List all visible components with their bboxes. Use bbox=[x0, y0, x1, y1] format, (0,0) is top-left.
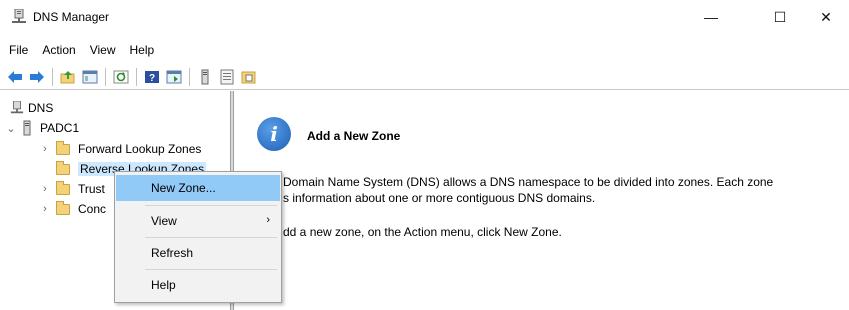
dns-icon bbox=[10, 101, 26, 115]
menu-item-help[interactable]: Help bbox=[116, 272, 280, 298]
forward-icon[interactable] bbox=[26, 66, 48, 88]
server-icon[interactable] bbox=[194, 66, 216, 88]
menu-item-new-zone[interactable]: New Zone... bbox=[116, 175, 280, 201]
show-hide-console-tree-icon[interactable] bbox=[79, 66, 101, 88]
tree-label: PADC1 bbox=[40, 121, 80, 135]
tree-label: Forward Lookup Zones bbox=[78, 142, 202, 156]
chevron-right-icon[interactable]: › bbox=[38, 143, 52, 155]
menu-separator bbox=[145, 205, 277, 206]
maximize-button[interactable]: ☐ bbox=[757, 0, 803, 34]
refresh-icon[interactable] bbox=[110, 66, 132, 88]
context-menu: New Zone... View › Refresh Help bbox=[114, 171, 282, 303]
info-icon: i bbox=[257, 117, 291, 151]
chevron-right-icon[interactable]: › bbox=[38, 203, 52, 215]
menu-item-label: View bbox=[151, 214, 177, 228]
window-title: DNS Manager bbox=[33, 10, 110, 24]
submenu-arrow-icon: › bbox=[266, 214, 270, 226]
menu-separator bbox=[145, 237, 277, 238]
back-icon[interactable] bbox=[4, 66, 26, 88]
menu-item-label: Refresh bbox=[151, 246, 194, 260]
menu-item-label: Help bbox=[151, 278, 176, 292]
detail-text-line2: s information about one or more contiguo… bbox=[283, 191, 596, 205]
toolbar: ? bbox=[0, 64, 849, 90]
toolbar-separator bbox=[189, 67, 190, 86]
folder-icon bbox=[56, 160, 72, 176]
minimize-button[interactable]: — bbox=[688, 0, 734, 34]
menu-bar: File Action View Help bbox=[0, 38, 849, 62]
tree-label: DNS bbox=[28, 101, 54, 115]
folder-icon bbox=[56, 200, 72, 216]
menu-action[interactable]: Action bbox=[35, 40, 82, 60]
properties-icon[interactable] bbox=[163, 66, 185, 88]
help-icon[interactable]: ? bbox=[141, 66, 163, 88]
menu-help[interactable]: Help bbox=[123, 40, 162, 60]
tree-item-dns[interactable]: DNS bbox=[10, 98, 53, 118]
detail-text-line1: Domain Name System (DNS) allows a DNS na… bbox=[283, 175, 774, 189]
chevron-down-icon[interactable]: ⌄ bbox=[4, 122, 18, 135]
menu-item-view[interactable]: View › bbox=[116, 208, 280, 234]
server-icon bbox=[22, 120, 38, 136]
tree-item-forward-lookup-zones[interactable]: › Forward Lookup Zones bbox=[38, 139, 201, 159]
chevron-right-icon[interactable]: › bbox=[38, 183, 52, 195]
folder-icon bbox=[56, 180, 72, 196]
zone-icon[interactable] bbox=[238, 66, 260, 88]
tree-label: Trust bbox=[78, 182, 105, 196]
detail-heading: Add a New Zone bbox=[307, 129, 401, 143]
tree-item-conc[interactable]: › Conc bbox=[38, 199, 106, 219]
toolbar-separator bbox=[136, 67, 137, 86]
tree-item-trust[interactable]: › Trust bbox=[38, 179, 105, 199]
svg-text:?: ? bbox=[149, 73, 155, 84]
close-button[interactable]: ✕ bbox=[803, 0, 849, 34]
list-icon[interactable] bbox=[216, 66, 238, 88]
menu-item-refresh[interactable]: Refresh bbox=[116, 240, 280, 266]
menu-view[interactable]: View bbox=[83, 40, 123, 60]
title-bar: DNS Manager — ☐ ✕ bbox=[0, 0, 849, 36]
menu-file[interactable]: File bbox=[0, 40, 35, 60]
menu-separator bbox=[145, 269, 277, 270]
toolbar-separator bbox=[105, 67, 106, 86]
toolbar-separator bbox=[52, 67, 53, 86]
folder-icon bbox=[56, 140, 72, 156]
dns-manager-app-icon bbox=[12, 8, 26, 25]
tree-label: Conc bbox=[78, 202, 107, 216]
tree-item-padc1[interactable]: ⌄ PADC1 bbox=[4, 118, 79, 138]
detail-text-line3: dd a new zone, on the Action menu, click… bbox=[283, 225, 562, 239]
menu-item-label: New Zone... bbox=[151, 181, 216, 195]
up-folder-icon[interactable] bbox=[57, 66, 79, 88]
